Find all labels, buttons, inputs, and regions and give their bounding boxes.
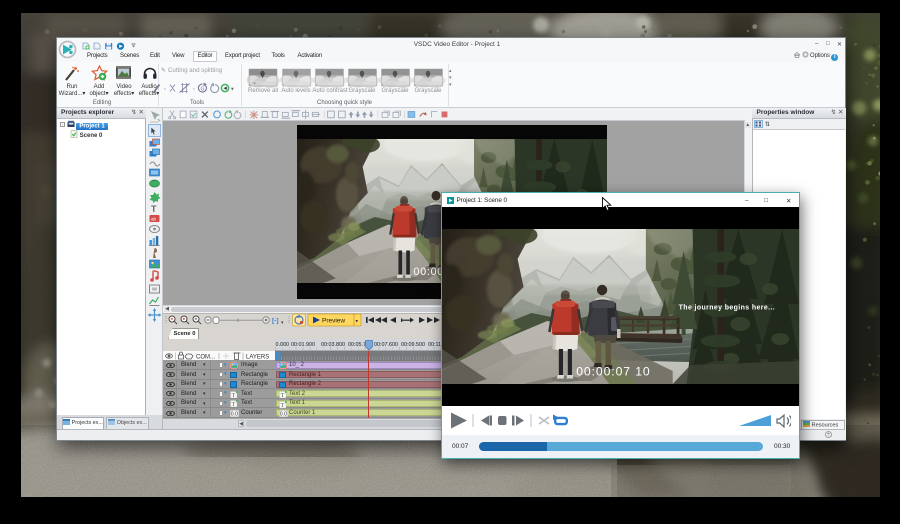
svg-text:T: T [280,393,284,398]
svg-text:LAYERS: LAYERS [246,354,269,360]
svg-text:COM...: COM... [196,354,215,360]
svg-text:T: T [280,402,284,407]
svg-text:Preview: Preview [322,318,345,325]
svg-text:✕: ✕ [253,82,256,86]
svg-text:0.0: 0.0 [231,412,238,417]
svg-text:T: T [232,393,236,398]
svg-text:⇅: ⇅ [765,122,770,127]
svg-text:T: T [232,402,236,407]
svg-text:▾: ▾ [281,320,284,326]
svg-text:ab: ab [151,217,157,222]
svg-text:[-]: [-] [272,318,279,325]
svg-text:T: T [151,204,157,214]
svg-text:0.0: 0.0 [279,412,286,417]
